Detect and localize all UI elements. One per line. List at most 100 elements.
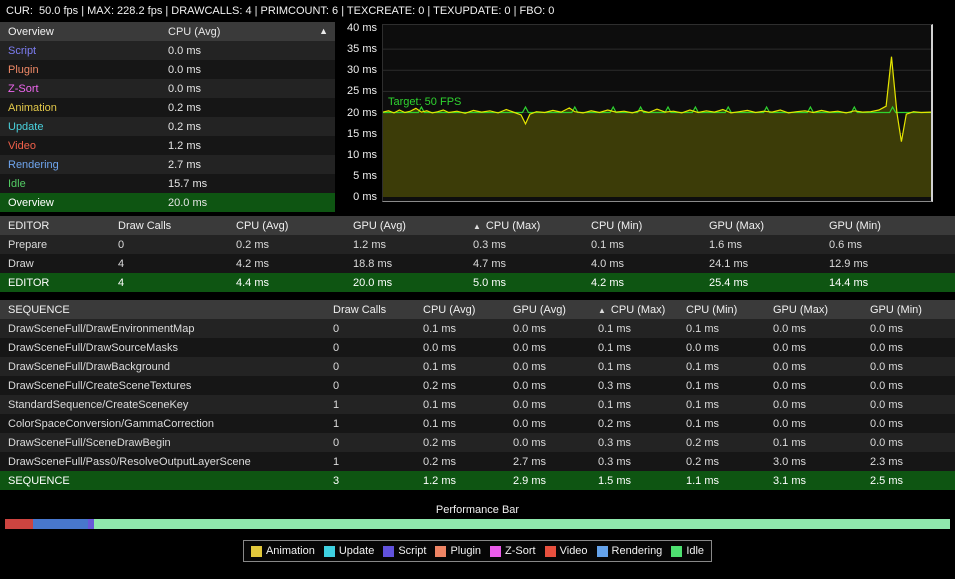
sequence-header-row: SEQUENCEDraw CallsCPU (Avg)GPU (Avg)▲CPU…: [0, 300, 955, 319]
column-header[interactable]: GPU (Avg): [505, 304, 590, 316]
legend-item-z-sort: Z-Sort: [490, 545, 536, 557]
table-row[interactable]: Prepare00.2 ms1.2 ms0.3 ms0.1 ms1.6 ms0.…: [0, 235, 955, 254]
cell: 0.0 ms: [765, 323, 862, 335]
cell: 0.2 ms: [678, 456, 765, 468]
cell: 0.2 ms: [415, 380, 505, 392]
column-header[interactable]: CPU (Min): [678, 304, 765, 316]
y-tick-label: 40 ms: [347, 22, 377, 34]
y-tick-label: 5 ms: [353, 170, 377, 182]
y-tick-label: 20 ms: [347, 107, 377, 119]
overview-row-rendering[interactable]: Rendering2.7 ms: [0, 155, 335, 174]
total-label: EDITOR: [0, 277, 110, 289]
cell: 0.1 ms: [415, 399, 505, 411]
cell: 1: [325, 418, 415, 430]
cell: 0.1 ms: [678, 418, 765, 430]
table-row[interactable]: DrawSceneFull/DrawBackground00.1 ms0.0 m…: [0, 357, 955, 376]
cell: 4: [110, 258, 228, 270]
column-header[interactable]: CPU (Avg): [415, 304, 505, 316]
overview-row-video[interactable]: Video1.2 ms: [0, 136, 335, 155]
column-header[interactable]: ▲CPU (Max): [590, 304, 678, 316]
y-tick-label: 15 ms: [347, 128, 377, 140]
overview-row-plugin[interactable]: Plugin0.0 ms: [0, 60, 335, 79]
cell: 1.2 ms: [415, 475, 505, 487]
overview-row-script[interactable]: Script0.0 ms: [0, 41, 335, 60]
legend-label: Idle: [686, 545, 704, 557]
column-header[interactable]: Draw Calls: [110, 220, 228, 232]
y-tick-label: 35 ms: [347, 43, 377, 55]
row-label: DrawSceneFull/DrawEnvironmentMap: [0, 323, 325, 335]
table-row[interactable]: Draw44.2 ms18.8 ms4.7 ms4.0 ms24.1 ms12.…: [0, 254, 955, 273]
cell: 1.5 ms: [590, 475, 678, 487]
column-header[interactable]: GPU (Max): [765, 304, 862, 316]
column-header[interactable]: GPU (Min): [821, 220, 955, 232]
target-fps-label: Target: 50 FPS: [388, 96, 461, 108]
overview-header-row[interactable]: Overview CPU (Avg) ▲: [0, 22, 335, 41]
sequence-table: SEQUENCEDraw CallsCPU (Avg)GPU (Avg)▲CPU…: [0, 300, 955, 490]
performance-bar-segment: [5, 519, 33, 529]
table-row[interactable]: DrawSceneFull/Pass0/ResolveOutputLayerSc…: [0, 452, 955, 471]
column-header[interactable]: GPU (Min): [862, 304, 955, 316]
overview-row-value: 0.2 ms: [168, 121, 201, 133]
row-label: DrawSceneFull/CreateSceneTextures: [0, 380, 325, 392]
cell: 24.1 ms: [701, 258, 821, 270]
cell: 0.0 ms: [505, 399, 590, 411]
sort-asc-icon[interactable]: ▲: [473, 222, 481, 231]
cell: 0.1 ms: [678, 399, 765, 411]
table-row[interactable]: ColorSpaceConversion/GammaCorrection10.1…: [0, 414, 955, 433]
cell: 0.0 ms: [765, 418, 862, 430]
table-row[interactable]: DrawSceneFull/SceneDrawBegin0 0.2 ms 0.0 m…: [0, 433, 955, 452]
column-header[interactable]: Draw Calls: [325, 304, 415, 316]
cell: 0.3 ms: [590, 437, 678, 449]
overview-row-idle[interactable]: Idle15.7 ms: [0, 174, 335, 193]
overview-row-value: 0.0 ms: [168, 64, 201, 76]
editor-table: EDITORDraw CallsCPU (Avg)GPU (Avg)▲CPU (…: [0, 216, 955, 292]
table-row[interactable]: StandardSequence/CreateSceneKey10.1 ms0.…: [0, 395, 955, 414]
table-row[interactable]: DrawSceneFull/DrawSourceMasks00.0 ms0.0 …: [0, 338, 955, 357]
scroll-up-icon[interactable]: ▲: [319, 22, 328, 41]
cell: 1.2 ms: [345, 239, 465, 251]
legend-item-plugin: Plugin: [435, 545, 481, 557]
sort-asc-icon[interactable]: ▲: [598, 306, 606, 315]
legend-label: Z-Sort: [505, 545, 536, 557]
row-label: DrawSceneFull/SceneDrawBegin: [0, 437, 325, 449]
cell: 0.2 ms: [590, 418, 678, 430]
column-header[interactable]: GPU (Max): [701, 220, 821, 232]
overview-row-animation[interactable]: Animation0.2 ms: [0, 98, 335, 117]
column-header[interactable]: CPU (Avg): [228, 220, 345, 232]
cell: 4.0 ms: [583, 258, 701, 270]
column-header-title[interactable]: SEQUENCE: [0, 304, 325, 316]
cell: 0.0 ms: [862, 399, 955, 411]
cell: 0.0 ms: [765, 399, 862, 411]
overview-total-label: Overview: [0, 197, 168, 209]
column-header[interactable]: GPU (Avg): [345, 220, 465, 232]
cell: 0.3 ms: [590, 380, 678, 392]
cell: 0.0 ms: [862, 437, 955, 449]
overview-row-value: 2.7 ms: [168, 159, 201, 171]
cell: 0.0 ms: [505, 380, 590, 392]
cell: 20.0 ms: [345, 277, 465, 289]
cell: 2.9 ms: [505, 475, 590, 487]
column-header[interactable]: ▲CPU (Max): [465, 220, 583, 232]
row-label: DrawSceneFull/Pass0/ResolveOutputLayerSc…: [0, 456, 325, 468]
column-header-title[interactable]: EDITOR: [0, 220, 110, 232]
overview-row-z-sort[interactable]: Z-Sort0.0 ms: [0, 79, 335, 98]
cell: 0: [325, 437, 415, 449]
cell: 0.3 ms: [465, 239, 583, 251]
chart-plot-area[interactable]: Target: 50 FPS: [382, 24, 933, 202]
cell: 2.7 ms: [505, 456, 590, 468]
cell: 0.2 ms: [678, 437, 765, 449]
table-row[interactable]: DrawSceneFull/DrawEnvironmentMap00.1 ms0…: [0, 319, 955, 338]
legend-item-animation: Animation: [251, 545, 315, 557]
cell: 0: [110, 239, 228, 251]
column-header[interactable]: CPU (Min): [583, 220, 701, 232]
overview-row-value: 0.2 ms: [168, 102, 201, 114]
cell: 5.0 ms: [465, 277, 583, 289]
editor-total-row: EDITOR44.4 ms20.0 ms5.0 ms4.2 ms25.4 ms1…: [0, 273, 955, 292]
cell: 0.1 ms: [765, 437, 862, 449]
overview-row-label: Idle: [0, 178, 168, 190]
table-row[interactable]: DrawSceneFull/CreateSceneTextures00.2 ms…: [0, 376, 955, 395]
cell: 0.0 ms: [505, 418, 590, 430]
cell: 0.0 ms: [678, 342, 765, 354]
overview-row-update[interactable]: Update0.2 ms: [0, 117, 335, 136]
frame-time-chart: 40 ms35 ms30 ms25 ms20 ms15 ms10 ms5 ms0…: [345, 24, 933, 202]
